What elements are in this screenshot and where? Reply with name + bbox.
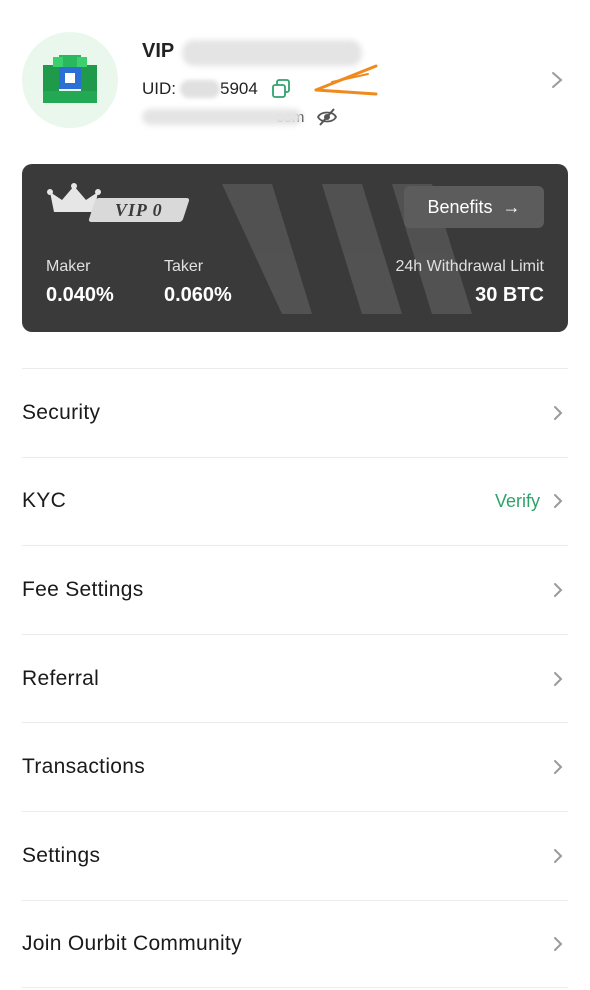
taker-value: 0.060% xyxy=(164,284,232,306)
menu-item-join-community[interactable]: Join Ourbit Community xyxy=(22,899,568,989)
annotation-arrow-icon xyxy=(314,64,378,96)
menu-item-label: Referral xyxy=(22,666,100,690)
username-text: VIP xyxy=(142,40,175,62)
chevron-right-icon xyxy=(554,405,563,420)
uid-row: UID: 5904 xyxy=(142,76,292,102)
maker-label: Maker xyxy=(46,258,91,275)
menu-item-referral[interactable]: Referral xyxy=(22,633,568,723)
avatar[interactable] xyxy=(22,32,118,128)
menu-item-label: Fee Settings xyxy=(22,577,144,601)
benefits-label: Benefits xyxy=(427,196,493,217)
chevron-right-icon xyxy=(554,671,563,686)
menu-item-security[interactable]: Security xyxy=(22,368,568,457)
kyc-verify-status[interactable]: Verify xyxy=(495,491,540,512)
menu-item-kyc[interactable]: KYC Verify xyxy=(22,456,568,546)
uid-label: UID: xyxy=(142,79,176,98)
chevron-right-icon xyxy=(554,848,563,863)
chevron-right-icon xyxy=(554,582,563,597)
chevron-right-icon xyxy=(554,494,563,509)
menu-item-label: Settings xyxy=(22,843,101,867)
menu-item-settings[interactable]: Settings xyxy=(22,810,568,900)
vip-level-badge: VIP 0 xyxy=(88,198,190,222)
menu-item-label: Security xyxy=(22,400,101,424)
uid-value: 5904 xyxy=(220,79,258,98)
chevron-right-icon xyxy=(554,760,563,775)
account-menu: Security KYC Verify Fee Settings Referra… xyxy=(22,368,568,989)
vip-card: VIP 0 Benefits → Maker 0.040% Taker 0.06… xyxy=(22,164,568,332)
chevron-right-icon[interactable] xyxy=(550,70,564,90)
uid-redaction xyxy=(180,80,220,98)
account-page: VIP UID: 5904 com xyxy=(0,0,590,990)
benefits-button[interactable]: Benefits → xyxy=(404,186,544,228)
withdrawal-limit-value: 30 BTC xyxy=(475,284,544,306)
vip-level-text: VIP 0 xyxy=(115,199,163,220)
menu-item-label: Transactions xyxy=(22,755,146,779)
taker-label: Taker xyxy=(164,258,204,275)
email-row: com xyxy=(142,106,338,128)
arrow-right-icon: → xyxy=(502,196,521,217)
chevron-right-icon xyxy=(554,936,563,951)
profile-header[interactable]: VIP UID: 5904 com xyxy=(22,32,568,132)
maker-value: 0.040% xyxy=(46,284,114,306)
copy-icon[interactable] xyxy=(270,78,292,100)
email-redaction xyxy=(142,109,302,125)
menu-item-transactions[interactable]: Transactions xyxy=(22,722,568,811)
menu-item-label: KYC xyxy=(22,489,67,513)
menu-item-fee-settings[interactable]: Fee Settings xyxy=(22,545,568,634)
avatar-logo-icon xyxy=(43,55,97,103)
withdrawal-limit-label: 24h Withdrawal Limit xyxy=(395,258,545,275)
menu-item-label: Join Ourbit Community xyxy=(22,931,242,955)
username: VIP xyxy=(142,40,174,64)
eye-hidden-icon[interactable] xyxy=(316,106,338,128)
